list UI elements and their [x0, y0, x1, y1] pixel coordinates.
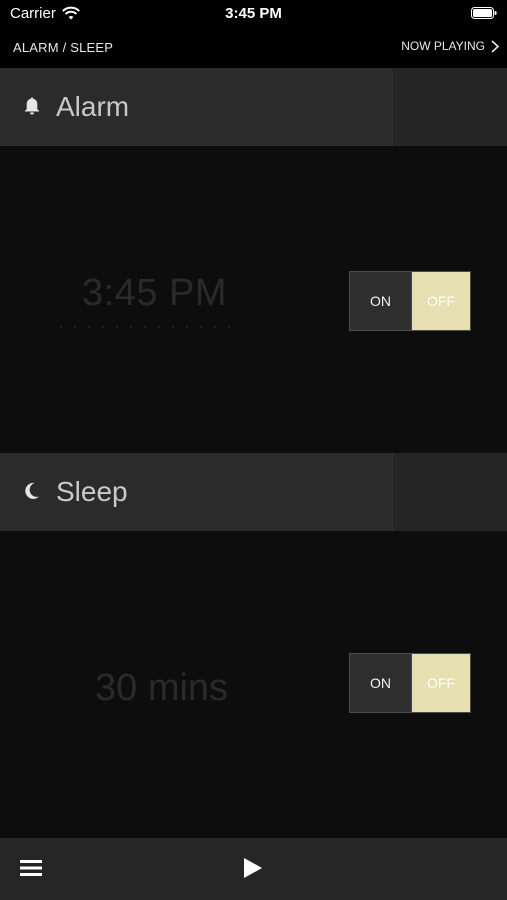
sleep-panel: 30 mins ON OFF	[0, 531, 507, 838]
alarm-on-button[interactable]: ON	[350, 272, 412, 330]
chevron-right-icon	[491, 39, 499, 53]
sleep-off-button[interactable]: OFF	[412, 654, 470, 712]
sleep-section-header: Sleep	[0, 453, 507, 531]
now-playing-label: NOW PLAYING	[401, 39, 485, 53]
status-time: 3:45 PM	[225, 5, 282, 22]
page-title: ALARM / SLEEP	[13, 40, 114, 55]
alarm-time-indicator	[60, 326, 240, 328]
alarm-time-display[interactable]: 3:45 PM	[82, 272, 227, 315]
alarm-header-label: Alarm	[56, 91, 130, 122]
alarm-toggle[interactable]: ON OFF	[349, 271, 471, 331]
play-icon[interactable]	[243, 857, 263, 879]
alarm-section-header: Alarm	[0, 68, 507, 146]
alarm-off-button[interactable]: OFF	[412, 272, 470, 330]
nav-bar: ALARM / SLEEP NOW PLAYING	[0, 30, 507, 68]
bottom-toolbar	[0, 838, 507, 900]
moon-icon	[25, 482, 39, 499]
sleep-header-label: Sleep	[56, 476, 128, 507]
now-playing-button[interactable]: NOW PLAYING	[401, 39, 499, 53]
sleep-toggle[interactable]: ON OFF	[349, 653, 471, 713]
sleep-on-button[interactable]: ON	[350, 654, 412, 712]
status-bar: Carrier 3:45 PM	[0, 0, 507, 30]
menu-icon[interactable]	[20, 858, 42, 878]
sleep-duration-display[interactable]: 30 mins	[95, 667, 228, 710]
battery-icon	[471, 7, 497, 19]
alarm-panel: 3:45 PM ON OFF	[0, 146, 507, 453]
bell-icon	[24, 97, 40, 115]
